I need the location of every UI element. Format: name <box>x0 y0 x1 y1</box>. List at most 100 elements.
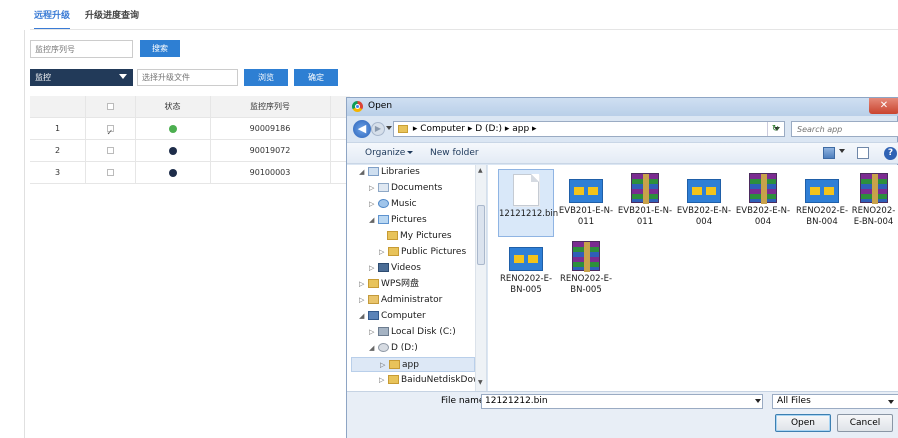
view-dropdown-icon[interactable] <box>839 149 845 153</box>
file-item[interactable]: EVB202-E-N-004 <box>676 169 732 228</box>
tree-label: Music <box>391 199 417 209</box>
tree-item-drive-d[interactable]: ◢ D (D:) <box>369 341 418 356</box>
expanded-triangle-icon: ◢ <box>369 216 375 224</box>
search-folder-input[interactable] <box>791 121 898 137</box>
cancel-button[interactable]: Cancel <box>837 414 893 432</box>
tree-label: Local Disk (C:) <box>391 327 456 337</box>
file-name: RENO202-E-BN-005 <box>499 274 553 295</box>
tree-label: app <box>402 360 419 370</box>
folder-icon <box>389 360 400 369</box>
new-folder-button[interactable]: New folder <box>430 148 479 158</box>
preview-pane-icon[interactable] <box>857 147 869 159</box>
tree-label: Public Pictures <box>401 247 467 257</box>
file-item[interactable]: EVB201-E-N-011 <box>558 169 614 228</box>
dialog-titlebar[interactable]: Open ✕ <box>347 98 898 116</box>
row-status <box>135 140 210 162</box>
file-item[interactable]: 12121212.bin <box>498 169 558 237</box>
file-item[interactable]: EVB201-E-N-011 <box>617 169 673 228</box>
table-row[interactable]: 3 90100003 <box>30 162 350 184</box>
shortcut-icon <box>687 179 721 203</box>
header-checkbox <box>85 96 135 118</box>
pictures-icon <box>378 215 389 224</box>
row-index: 1 <box>54 124 61 133</box>
row-index: 2 <box>54 146 61 155</box>
serial-search-input[interactable] <box>30 40 133 58</box>
organize-menu[interactable]: Organize <box>365 148 414 158</box>
scroll-down-icon[interactable]: ▼ <box>478 379 483 386</box>
address-bar[interactable]: ▸ Computer ▸ D (D:) ▸ app ▸ <box>393 121 785 137</box>
hard-disk-icon <box>378 327 389 336</box>
view-options-icon[interactable] <box>823 147 835 159</box>
row-checkbox-cell <box>85 162 135 184</box>
file-name: RENO202-E-BN-004 <box>795 206 849 227</box>
collapsed-triangle-icon: ▷ <box>369 328 375 336</box>
collapsed-triangle-icon: ▷ <box>359 280 365 288</box>
row-status <box>135 162 210 184</box>
archive-icon <box>572 241 600 272</box>
scrollbar-thumb[interactable] <box>477 205 485 265</box>
select-all-checkbox[interactable] <box>106 103 114 110</box>
folder-icon <box>388 247 399 256</box>
tree-label: WPS网盘 <box>381 279 420 289</box>
scroll-up-icon[interactable]: ▲ <box>478 167 483 174</box>
file-item[interactable]: RENO202-E-BN-004 <box>848 169 898 228</box>
tree-item-documents[interactable]: ▷ Documents <box>369 181 442 196</box>
tree-item-app[interactable]: ▷ app <box>351 357 475 372</box>
row-checkbox[interactable] <box>106 147 114 154</box>
tree-item-music[interactable]: ▷ Music <box>369 197 417 212</box>
recent-locations-dropdown[interactable] <box>386 126 392 130</box>
dialog-toolbar: Organize New folder ? <box>347 142 898 164</box>
navigation-pane: ◢ Libraries ▷ Documents ▷ Music ◢ Pictures M… <box>347 165 487 391</box>
tree-item-local-disk-c[interactable]: ▷ Local Disk (C:) <box>369 325 456 340</box>
file-type-filter[interactable]: All Files <box>772 394 898 409</box>
back-button[interactable]: ◀ <box>353 120 371 138</box>
tab-remote-upgrade[interactable]: 远程升级 <box>34 8 71 30</box>
expanded-triangle-icon: ◢ <box>369 344 375 352</box>
status-offline-dot <box>168 146 177 155</box>
dialog-title: Open <box>368 101 393 111</box>
upgrade-file-input[interactable] <box>137 69 238 86</box>
file-item[interactable]: RENO202-E-BN-005 <box>498 237 554 296</box>
file-item[interactable]: RENO202-E-BN-004 <box>794 169 850 228</box>
device-type-select[interactable]: 监控 <box>30 69 133 86</box>
refresh-button[interactable]: ↻ <box>767 122 783 136</box>
chevron-down-icon[interactable] <box>755 399 761 403</box>
arrow-left-icon: ◀ <box>357 122 367 135</box>
tree-item-libraries[interactable]: ◢ Libraries <box>359 165 420 180</box>
tree-label: My Pictures <box>400 231 452 241</box>
row-checkbox[interactable] <box>106 122 114 144</box>
address-path: ▸ Computer ▸ D (D:) ▸ app ▸ <box>412 124 537 134</box>
help-icon[interactable]: ? <box>884 147 897 160</box>
table-row[interactable]: 2 90019072 <box>30 140 350 162</box>
tree-item-videos[interactable]: ▷ Videos <box>369 261 421 276</box>
tree-item-public-pictures[interactable]: ▷ Public Pictures <box>379 245 466 260</box>
navigation-scrollbar[interactable]: ▲ ▼ <box>475 165 486 391</box>
file-item[interactable]: RENO202-E-BN-005 <box>558 237 614 296</box>
forward-button[interactable]: ▶ <box>371 122 385 136</box>
file-name-input[interactable]: 12121212.bin <box>481 394 763 409</box>
file-name-value: 12121212.bin <box>485 396 548 406</box>
row-index: 3 <box>54 168 61 177</box>
table-row[interactable]: 1 90009186 <box>30 118 350 144</box>
tree-item-my-pictures[interactable]: My Pictures <box>387 229 452 244</box>
tree-label: Computer <box>381 311 426 321</box>
shortcut-icon <box>805 179 839 203</box>
row-checkbox-cell <box>85 118 135 144</box>
tab-progress-query[interactable]: 升级进度查询 <box>85 8 139 30</box>
tree-item-baidunetdisk[interactable]: ▷ BaiduNetdiskDown <box>379 373 486 388</box>
close-button[interactable]: ✕ <box>869 98 898 114</box>
search-button[interactable]: 搜索 <box>140 40 180 57</box>
tree-item-computer[interactable]: ◢ Computer <box>359 309 426 324</box>
document-icon <box>513 174 539 206</box>
tree-item-wps-drive[interactable]: ▷ WPS网盘 <box>359 277 419 292</box>
browse-button[interactable]: 浏览 <box>244 69 288 86</box>
tree-item-administrator[interactable]: ▷ Administrator <box>359 293 442 308</box>
row-checkbox[interactable] <box>106 169 114 176</box>
open-button[interactable]: Open <box>775 414 831 432</box>
file-name: EVB201-E-N-011 <box>617 206 673 227</box>
file-item[interactable]: EVB202-E-N-004 <box>735 169 791 228</box>
tree-item-pictures[interactable]: ◢ Pictures <box>369 213 427 228</box>
status-online-dot <box>168 124 177 133</box>
confirm-button[interactable]: 确定 <box>294 69 338 86</box>
chevron-down-icon <box>119 74 127 79</box>
